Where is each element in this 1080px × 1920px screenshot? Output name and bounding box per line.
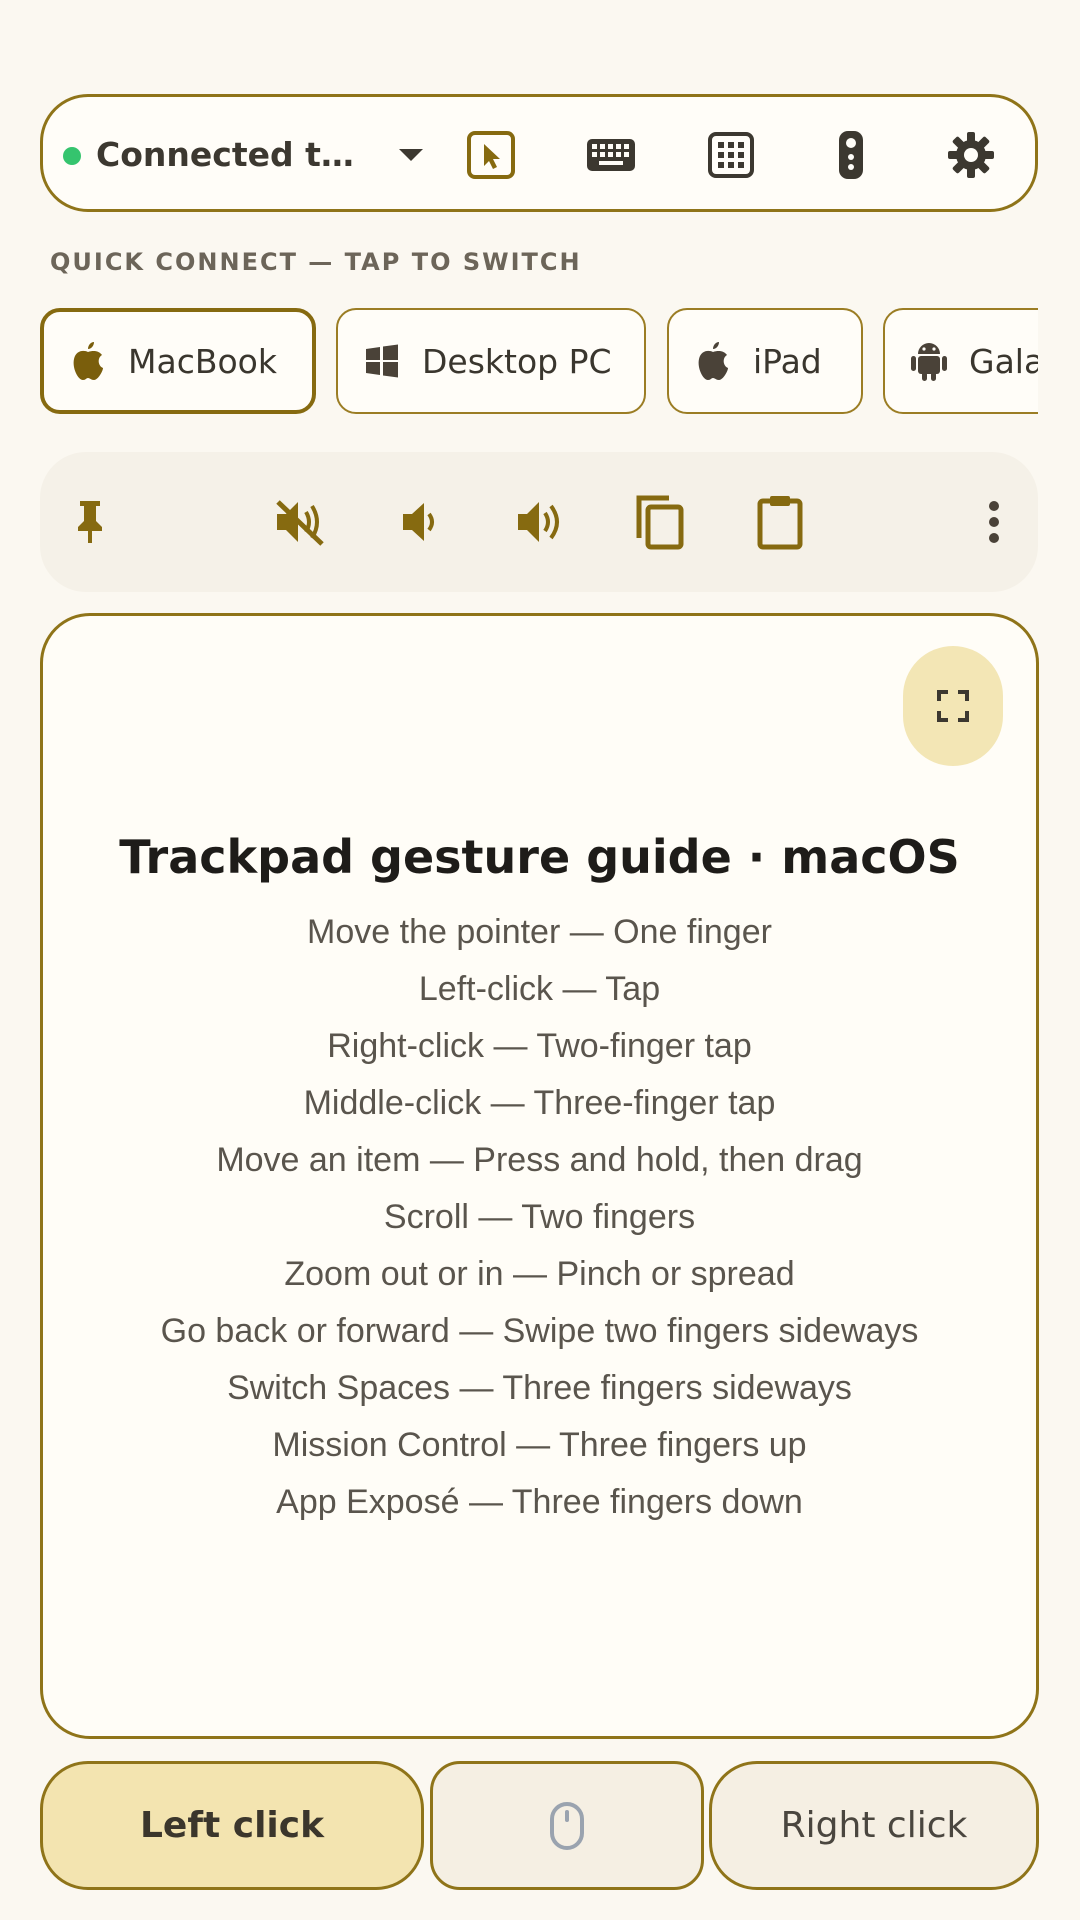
gear-icon [948,132,994,178]
action-bar [40,452,1038,592]
quick-connect-label: QUICK CONNECT — TAP TO SWITCH [50,248,582,276]
connection-status-dot [63,147,81,165]
gesture-item: Go back or forward — Swipe two fingers s… [160,1312,919,1350]
more-vert-icon [989,501,999,543]
keyboard-icon [587,139,635,171]
numpad-button[interactable] [695,119,767,191]
device-chip-galaxy[interactable]: Galaxy [883,308,1038,414]
pin-icon [78,501,102,543]
mouse-icon [550,1801,584,1850]
device-chip-label: MacBook [128,341,277,381]
device-chip-label: iPad [753,341,822,381]
middle-click-button[interactable] [430,1761,704,1890]
paste-button[interactable] [744,486,816,558]
android-icon [907,339,951,383]
pin-button[interactable] [54,486,126,558]
gesture-item: Middle-click — Three-finger tap [303,1084,776,1122]
fullscreen-icon [937,690,969,722]
fullscreen-button[interactable] [903,646,1003,766]
dropdown-arrow-icon [399,149,423,161]
gesture-item: App Exposé — Three fingers down [276,1483,803,1521]
device-chip-ipad[interactable]: iPad [667,308,863,414]
apple-icon [66,339,110,383]
gesture-item: Zoom out or in — Pinch or spread [284,1255,795,1293]
remote-icon [839,131,863,179]
device-chip-label: Desktop PC [422,341,612,381]
gesture-item: Left-click — Tap [418,970,661,1008]
mute-button[interactable] [264,486,336,558]
volume-down-icon [403,503,434,541]
right-click-button[interactable]: Right click [709,1761,1039,1890]
gesture-item: Move the pointer — One finger [307,913,772,951]
device-dropdown-button[interactable] [381,125,441,185]
more-button[interactable] [958,486,1030,558]
numpad-icon [708,132,754,178]
gesture-guide-title: Trackpad gesture guide · macOS [119,830,960,884]
left-click-button[interactable]: Left click [40,1761,424,1890]
gesture-item: Move an item — Press and hold, then drag [216,1141,863,1179]
gesture-guide-list: Move the pointer — One finger Left-click… [43,904,1036,1531]
quick-connect-chips: MacBook Desktop PC iPad Galaxy [40,306,1038,418]
trackpad-area[interactable]: Trackpad gesture guide · macOS Move the … [40,613,1039,1739]
keyboard-button[interactable] [575,119,647,191]
gesture-item: Right-click — Two-finger tap [327,1027,752,1065]
apple-icon [691,339,735,383]
remote-button[interactable] [815,119,887,191]
copy-button[interactable] [624,486,696,558]
gesture-item: Scroll — Two fingers [383,1198,696,1236]
settings-button[interactable] [935,119,1007,191]
mute-icon [276,500,324,546]
volume-up-icon [518,502,559,542]
device-chip-label: Galaxy [969,341,1038,381]
connection-bar: Connected to … [40,94,1038,212]
pointer-icon [467,131,515,179]
connection-status-label[interactable]: Connected to … [96,127,356,183]
volume-down-button[interactable] [384,486,456,558]
clipboard-icon [757,496,803,550]
volume-up-button[interactable] [504,486,576,558]
gesture-item: Switch Spaces — Three fingers sideways [227,1369,852,1407]
gesture-item: Mission Control — Three fingers up [272,1426,807,1464]
device-chip-macbook[interactable]: MacBook [40,308,316,414]
device-chip-desktop-pc[interactable]: Desktop PC [336,308,646,414]
pointer-mode-button[interactable] [455,119,527,191]
copy-icon [636,495,684,550]
windows-icon [360,339,404,383]
